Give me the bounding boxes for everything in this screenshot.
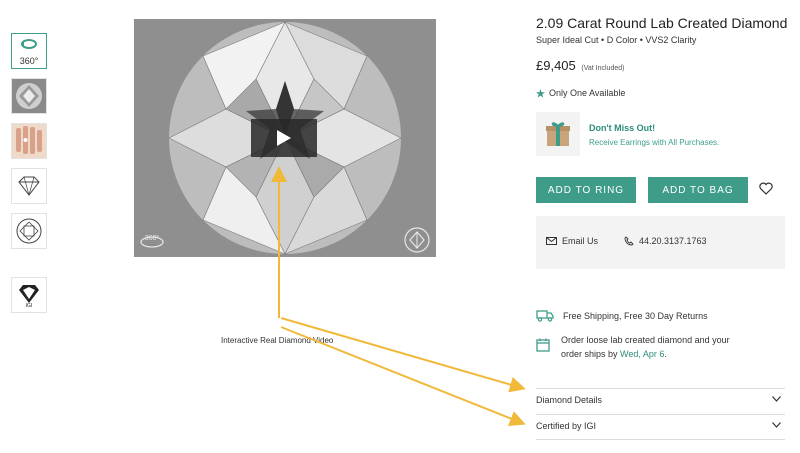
order-line-2-prefix: order ships by	[561, 349, 618, 359]
diamond-video[interactable]: 360°	[134, 19, 436, 257]
diamond-side-icon	[18, 176, 40, 196]
order-line-2-suffix: .	[664, 349, 667, 359]
envelope-icon	[546, 237, 557, 245]
rotate-360-icon	[21, 39, 37, 49]
accordion-diamond-details-label: Diamond Details	[536, 395, 603, 405]
certificate-diamond-icon: IGI	[19, 285, 39, 308]
availability: Only One Available	[536, 88, 625, 98]
product-subtitle: Super Ideal Cut • D Color • VVS2 Clarity	[536, 35, 697, 45]
order-line-1: Order loose lab created diamond and your	[561, 335, 730, 345]
add-to-ring-button[interactable]: ADD TO RING	[536, 177, 636, 203]
heart-icon	[759, 182, 773, 195]
arrow-to-diamond-details	[280, 317, 526, 393]
thumbnail-diamond-side[interactable]	[11, 168, 47, 204]
promo-subtitle: Receive Earrings with All Purchases.	[589, 138, 720, 147]
play-icon	[277, 130, 291, 146]
phone-link[interactable]: 44.20.3137.1763	[624, 236, 707, 246]
free-shipping-text: Free Shipping, Free 30 Day Returns	[563, 311, 708, 321]
availability-text: Only One Available	[549, 88, 626, 98]
thumbnail-diamond-top-diagram[interactable]	[11, 213, 47, 249]
order-ships-row: Order loose lab created diamond and your…	[536, 333, 730, 361]
email-us-link[interactable]: Email Us	[546, 236, 598, 246]
product-title: 2.09 Carat Round Lab Created Diamond	[536, 15, 788, 31]
product-price: £9,405 (Vat Included)	[536, 58, 624, 73]
rotate-360-icon: 360°	[140, 234, 164, 248]
add-to-bag-button[interactable]: ADD TO BAG	[648, 177, 748, 203]
diamond-photo-icon	[12, 79, 46, 113]
video-caption: Interactive Real Diamond Video	[221, 336, 334, 345]
accordion-certified-by-label: Certified by IGI	[536, 421, 597, 431]
svg-text:360°: 360°	[145, 234, 160, 242]
brand-logo-icon	[404, 227, 430, 253]
vat-note: (Vat Included)	[581, 65, 625, 72]
price-value: £9,405	[536, 58, 576, 73]
promo-title: Don't Miss Out!	[589, 123, 656, 133]
ship-date: Wed, Apr 6	[620, 349, 665, 359]
accordion-certified-by[interactable]: Certified by IGI	[536, 414, 785, 440]
hand-photo-icon	[12, 124, 46, 158]
order-line-2: order ships by Wed, Apr 6.	[561, 347, 730, 361]
star-icon	[536, 88, 545, 98]
thumbnail-360[interactable]: 360°	[11, 33, 47, 69]
wishlist-button[interactable]	[757, 181, 775, 199]
truck-icon	[536, 310, 554, 322]
media-360-badge: 360°	[139, 233, 165, 249]
phone-icon	[624, 236, 634, 246]
thumbnail-certificate[interactable]: IGI	[11, 277, 47, 313]
email-label: Email Us	[562, 236, 599, 246]
order-ships-text: Order loose lab created diamond and your…	[561, 333, 730, 361]
contact-box: Email Us 44.20.3137.1763	[536, 216, 785, 269]
svg-text:IGI: IGI	[26, 303, 33, 308]
gift-box-icon	[546, 122, 570, 146]
play-button[interactable]	[251, 119, 317, 157]
thumbnail-360-label: 360°	[19, 56, 39, 66]
diamond-top-icon	[16, 218, 42, 244]
free-shipping-row: Free Shipping, Free 30 Day Returns	[536, 309, 708, 323]
chevron-down-icon	[772, 396, 781, 402]
thumbnail-diamond-top[interactable]	[11, 78, 47, 114]
calendar-icon	[536, 338, 550, 352]
promo-banner: Don't Miss Out! Receive Earrings with Al…	[536, 112, 786, 156]
promo-image	[536, 112, 580, 156]
phone-number: 44.20.3137.1763	[639, 236, 707, 246]
thumbnail-hand-model[interactable]	[11, 123, 47, 159]
accordion-diamond-details[interactable]: Diamond Details	[536, 388, 785, 413]
chevron-down-icon	[772, 422, 781, 428]
